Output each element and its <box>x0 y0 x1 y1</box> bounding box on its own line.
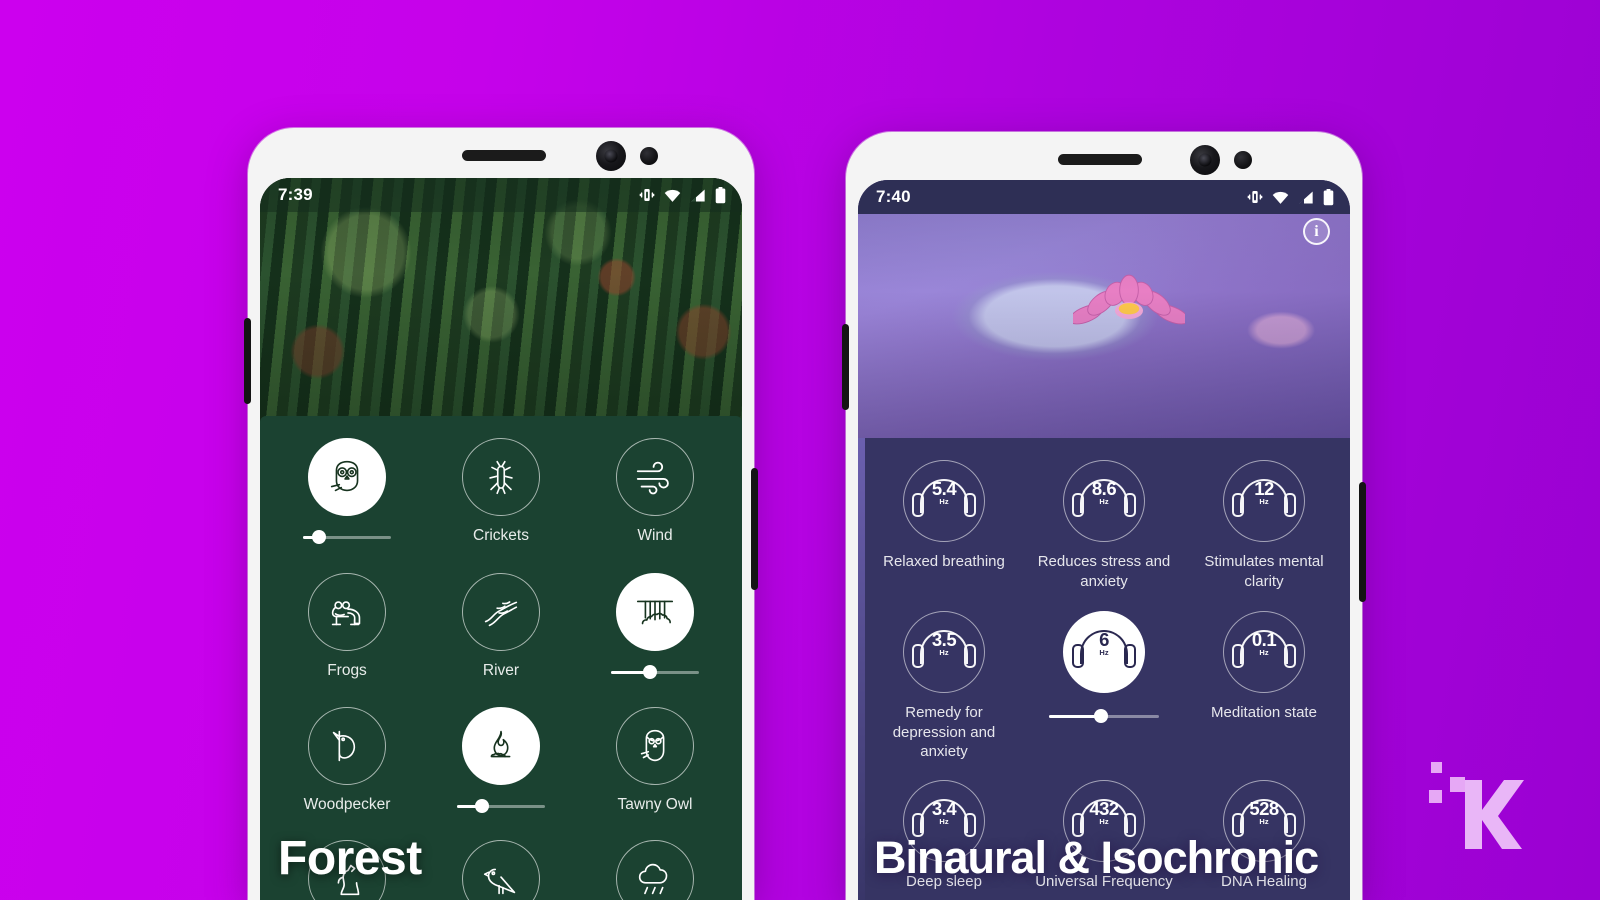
frequency-label: Meditation state <box>1211 704 1317 721</box>
frequency-unit: Hz <box>939 816 949 826</box>
sound-label: Tawny Owl <box>617 795 693 813</box>
frequency-grid: 5.4 Hz Relaxed breathing 8.6 Hz Reduces … <box>864 460 1344 891</box>
front-camera-icon <box>1190 145 1220 175</box>
sound-item-tawny-owl[interactable]: Tawny Owl <box>578 706 732 814</box>
forest-hero-image <box>260 178 742 426</box>
tawny-owl-icon[interactable] <box>616 706 694 785</box>
frequency-unit: Hz <box>1099 497 1109 506</box>
forest-page-title: Forest <box>278 832 422 885</box>
sound-item-owl[interactable] <box>270 438 424 545</box>
phone-left-forest: 7:39 Forest Crickets Wind Frogs River Wo… <box>244 128 758 900</box>
frequency-item-active-6hz[interactable]: 6 Hz <box>1024 611 1184 762</box>
sound-item-crickets[interactable]: Crickets <box>424 438 578 545</box>
headphones-icon[interactable]: 3.5 Hz <box>903 611 985 693</box>
owl-icon[interactable] <box>308 438 386 516</box>
lotus-flower-icon <box>1072 274 1185 325</box>
sound-item-bird[interactable] <box>424 839 578 900</box>
frequency-unit: Hz <box>939 648 949 657</box>
info-icon[interactable]: i <box>1303 218 1330 245</box>
sound-item-river[interactable]: River <box>424 573 578 680</box>
power-button[interactable] <box>1359 482 1366 602</box>
binaural-page-title: Binaural & Isochronic <box>874 832 1319 883</box>
battery-icon <box>1323 188 1334 205</box>
sound-label: Crickets <box>473 527 529 544</box>
sound-item-frogs[interactable]: Frogs <box>270 573 424 680</box>
cricket-icon[interactable] <box>462 438 540 516</box>
vibrate-icon <box>639 189 655 201</box>
frequency-label: Stimulates mental clarity <box>1204 553 1324 590</box>
status-bar-right: 7:40 <box>858 180 1350 214</box>
wind-icon[interactable] <box>616 438 694 516</box>
sound-item-waterfall[interactable] <box>578 573 732 680</box>
frequency-item-mental-clarity[interactable]: 12 Hz Stimulates mental clarity <box>1184 460 1344 591</box>
frequency-unit: Hz <box>939 497 949 506</box>
signal-icon <box>1299 191 1313 203</box>
phone-screen-binaural: 7:40 i Binaural & Isochronic 5.4 Hz Rela… <box>858 180 1350 900</box>
frequency-item-reduces-stress[interactable]: 8.6 Hz Reduces stress and anxiety <box>1024 460 1184 591</box>
frequency-item-meditation-state[interactable]: 0.1 Hz Meditation state <box>1184 611 1344 762</box>
sound-item-wind[interactable]: Wind <box>578 438 732 545</box>
frog-icon[interactable] <box>308 573 386 652</box>
signal-icon <box>691 189 705 201</box>
frequency-label: Relaxed breathing <box>883 553 1005 570</box>
phone-top-bezel <box>248 128 754 184</box>
power-button[interactable] <box>751 468 758 590</box>
frequency-unit: Hz <box>1099 648 1109 657</box>
phone-right-binaural: 7:40 i Binaural & Isochronic 5.4 Hz Rela… <box>842 132 1366 900</box>
volume-button[interactable] <box>244 318 251 404</box>
rain-cloud-icon[interactable] <box>616 839 694 900</box>
river-icon[interactable] <box>462 573 540 652</box>
earpiece-speaker <box>1058 154 1142 165</box>
status-bar-left: 7:39 <box>260 178 742 212</box>
status-icons <box>1247 188 1334 206</box>
frequency-unit: Hz <box>1259 497 1269 506</box>
sound-label: River <box>482 662 520 680</box>
status-time: 7:40 <box>876 187 911 206</box>
sound-item-rain[interactable] <box>578 839 732 900</box>
waterfall-icon[interactable] <box>616 573 694 652</box>
wifi-icon <box>1272 191 1289 204</box>
sound-label: Woodpecker <box>303 795 391 813</box>
frequency-volume-slider[interactable] <box>1049 709 1159 723</box>
headphones-icon[interactable]: 8.6 Hz <box>1063 460 1145 542</box>
lotus-hero-image <box>858 180 1350 458</box>
bird-icon[interactable] <box>462 839 540 900</box>
status-time: 7:39 <box>278 185 313 204</box>
owl-volume-slider[interactable] <box>303 530 391 544</box>
sound-item-campfire[interactable] <box>424 706 578 814</box>
headphones-icon[interactable]: 0.1 Hz <box>1223 611 1305 693</box>
frequency-panel: 5.4 Hz Relaxed breathing 8.6 Hz Reduces … <box>858 438 1350 900</box>
battery-icon <box>715 186 726 203</box>
phone-screen-forest: 7:39 Forest Crickets Wind Frogs River Wo… <box>260 178 742 900</box>
frequency-unit: Hz <box>1259 648 1269 657</box>
earpiece-speaker <box>462 150 546 161</box>
headphones-icon[interactable]: 6 Hz <box>1063 611 1145 693</box>
sound-label: Frogs <box>327 662 367 680</box>
knowtechie-logo <box>1429 762 1524 849</box>
frequency-unit: Hz <box>1259 816 1269 826</box>
forest-sound-panel: Crickets Wind Frogs River Woodpecker Taw… <box>260 416 742 900</box>
headphones-icon[interactable]: 12 Hz <box>1223 460 1305 542</box>
proximity-sensor-icon <box>1234 151 1252 169</box>
wifi-icon <box>664 189 681 202</box>
vibrate-icon <box>1247 191 1263 203</box>
campfire-icon[interactable] <box>462 706 540 785</box>
waterfall-volume-slider[interactable] <box>611 665 699 680</box>
campfire-volume-slider[interactable] <box>457 798 545 813</box>
frequency-label: Remedy for depression and anxiety <box>892 704 996 760</box>
sound-label: Wind <box>637 527 673 544</box>
frequency-item-remedy-depression[interactable]: 3.5 Hz Remedy for depression and anxiety <box>864 611 1024 762</box>
volume-button[interactable] <box>842 324 849 410</box>
status-icons <box>639 186 726 204</box>
frequency-unit: Hz <box>1099 816 1109 826</box>
front-camera-icon <box>596 141 626 171</box>
frequency-item-relaxed-breathing[interactable]: 5.4 Hz Relaxed breathing <box>864 460 1024 591</box>
woodpecker-icon[interactable] <box>308 706 386 785</box>
sound-item-woodpecker[interactable]: Woodpecker <box>270 706 424 814</box>
proximity-sensor-icon <box>640 147 658 165</box>
headphones-icon[interactable]: 5.4 Hz <box>903 460 985 542</box>
frequency-label: Reduces stress and anxiety <box>1037 553 1171 590</box>
